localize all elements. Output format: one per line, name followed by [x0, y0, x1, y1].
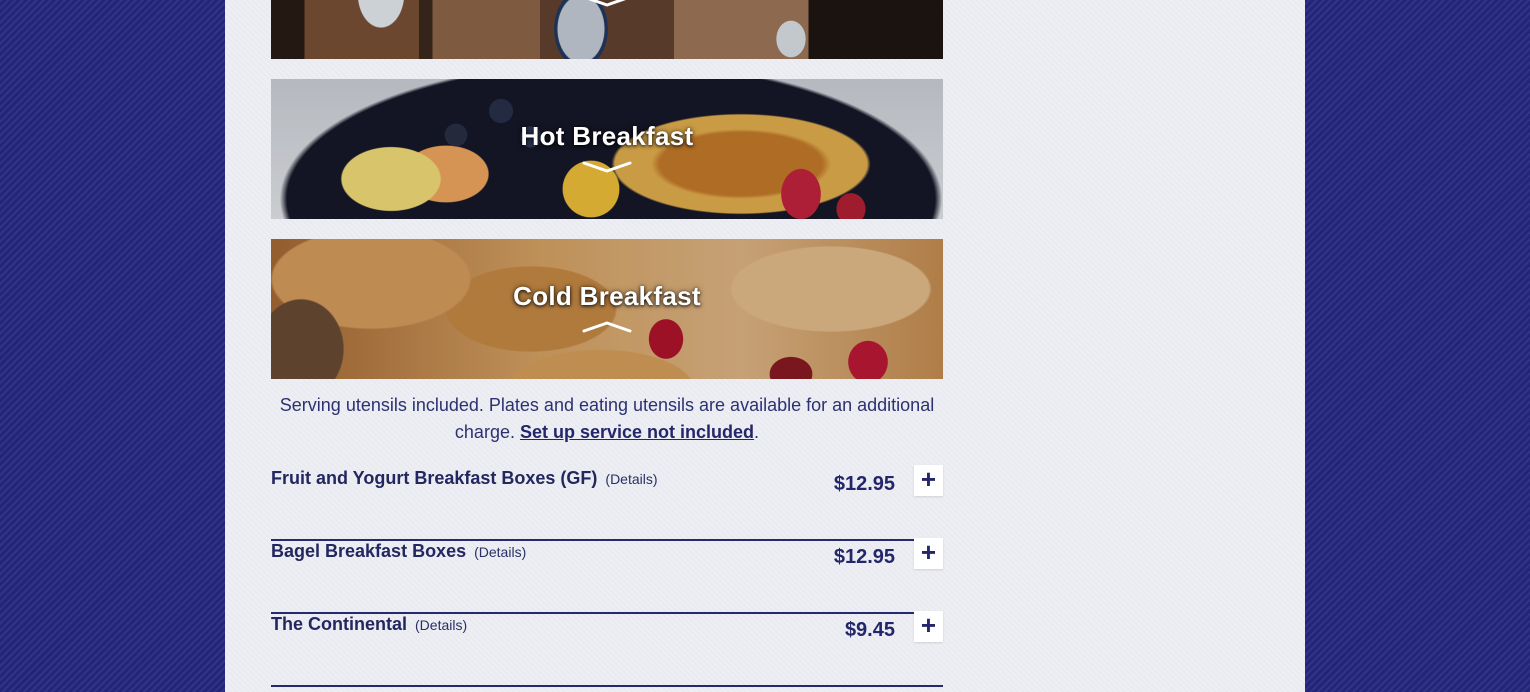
- category-title: Hot Breakfast: [520, 121, 694, 151]
- category-banner-boxed[interactable]: [271, 0, 943, 59]
- menu-item: The Continental (Details) $9.45 +: [271, 611, 943, 687]
- add-to-order-button[interactable]: +: [914, 465, 943, 496]
- category-banner-hot-breakfast[interactable]: Hot Breakfast: [271, 79, 943, 219]
- add-to-order-button[interactable]: +: [914, 611, 943, 642]
- page-panel: Hot Breakfast Cold Breakfast Serving ute…: [225, 0, 1305, 692]
- menu-item: Fruit and Yogurt Breakfast Boxes (GF) (D…: [271, 465, 943, 541]
- item-name: The Continental: [271, 614, 407, 634]
- details-link[interactable]: (Details): [474, 544, 526, 560]
- category-banner-cold-breakfast[interactable]: Cold Breakfast: [271, 239, 943, 379]
- item-price: $9.45: [844, 619, 895, 641]
- chevron-down-icon: [588, 0, 626, 7]
- category-title: Cold Breakfast: [513, 281, 701, 311]
- chevron-up-icon: [582, 321, 632, 333]
- category-intro: Serving utensils included. Plates and ea…: [279, 395, 935, 442]
- setup-service-link[interactable]: Set up service not included: [520, 422, 754, 442]
- details-link[interactable]: (Details): [415, 617, 467, 633]
- menu-item: Bagel Breakfast Boxes (Details) $12.95 +: [271, 538, 943, 614]
- chevron-down-icon: [582, 161, 632, 173]
- item-name: Fruit and Yogurt Breakfast Boxes (GF): [271, 468, 598, 488]
- item-price: $12.95: [833, 473, 895, 495]
- item-price: $12.95: [833, 546, 895, 568]
- details-link[interactable]: (Details): [605, 471, 657, 487]
- add-to-order-button[interactable]: +: [914, 538, 943, 569]
- item-name: Bagel Breakfast Boxes: [271, 541, 467, 561]
